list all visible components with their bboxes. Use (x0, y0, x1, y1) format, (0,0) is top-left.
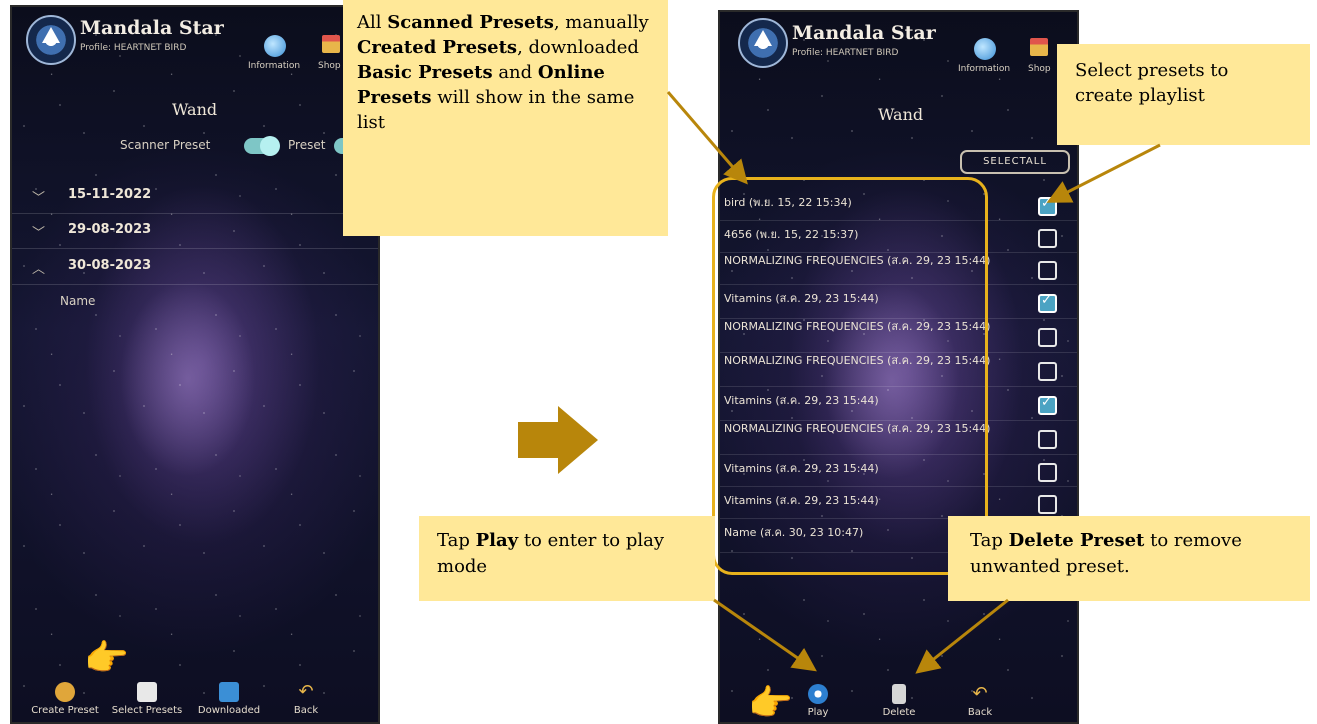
pointer-lines (666, 91, 1161, 674)
pointer-line (915, 598, 1009, 674)
pointer-line (1046, 143, 1161, 203)
pointer-line (713, 598, 817, 672)
pointer-line (666, 91, 748, 185)
